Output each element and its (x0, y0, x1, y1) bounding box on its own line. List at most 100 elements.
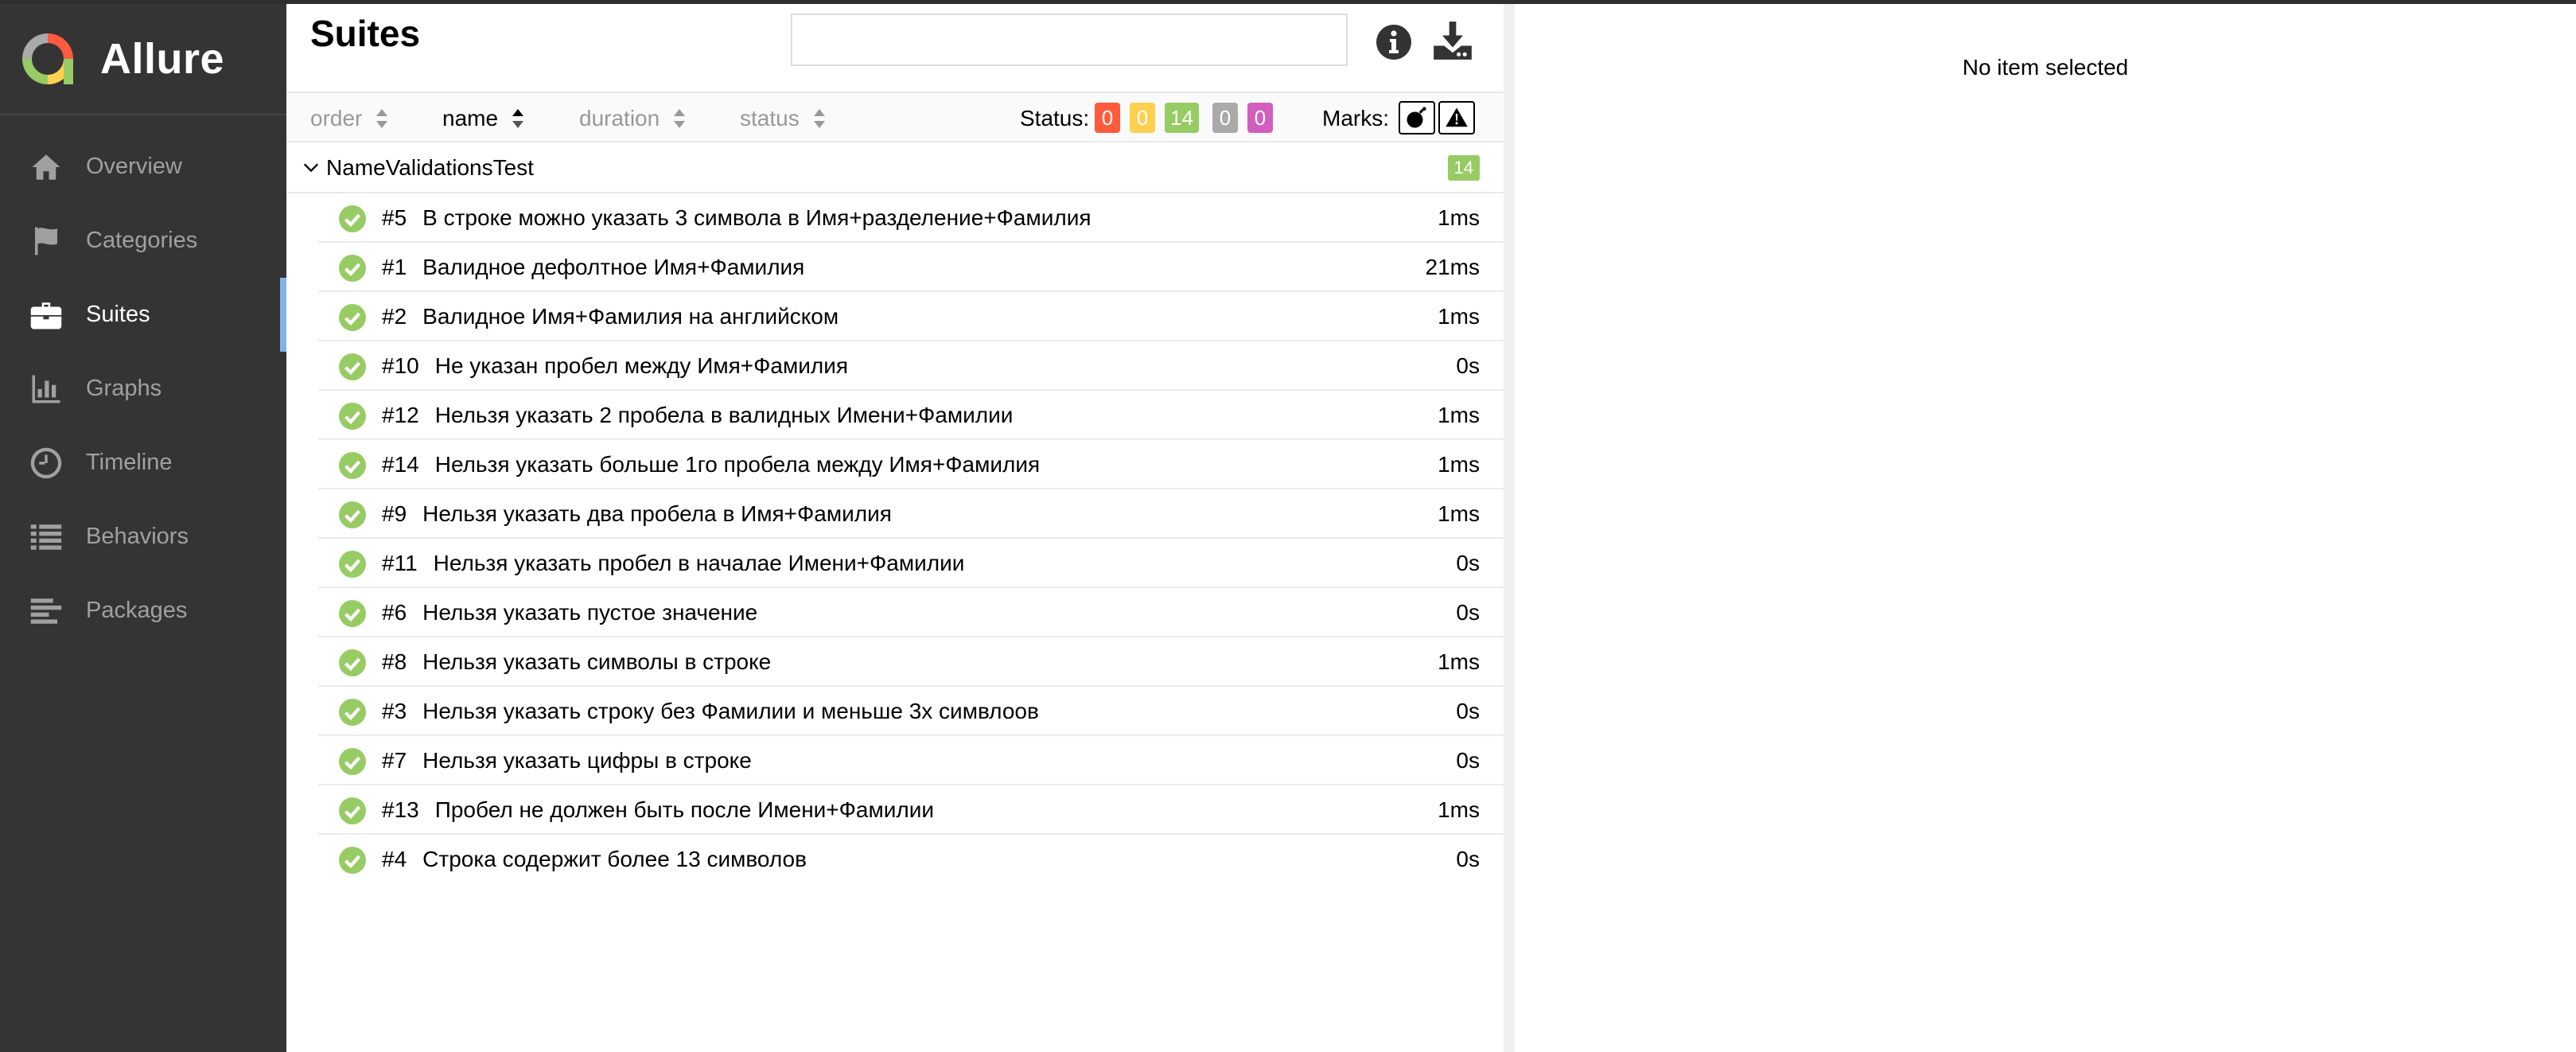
status-broken-badge[interactable]: 0 (1130, 103, 1155, 133)
test-row[interactable]: #2 Валидное Имя+Фамилия на английском 1ms (318, 292, 1504, 341)
passed-check-icon (339, 452, 366, 479)
passed-check-icon (339, 797, 366, 824)
passed-check-icon (339, 403, 366, 430)
passed-check-icon (339, 649, 366, 676)
status-skipped-badge[interactable]: 0 (1212, 103, 1238, 133)
sidebar-item-timeline[interactable]: Timeline (0, 426, 286, 500)
test-row[interactable]: #9 Нельзя указать два пробела в Имя+Фамил… (318, 489, 1504, 539)
sidebar-item-label: Packages (86, 598, 188, 623)
sort-by-status[interactable]: status (740, 106, 825, 131)
page-title: Suites (310, 13, 421, 54)
brand[interactable]: Allure (0, 4, 286, 115)
passed-check-icon (339, 551, 366, 578)
suite-name: NameValidationsTest (326, 155, 534, 180)
sidebar-item-label: Timeline (86, 450, 173, 475)
sidebar-item-packages[interactable]: Packages (0, 574, 286, 648)
sidebar-item-categories[interactable]: Categories (0, 204, 286, 278)
sort-label: duration (579, 106, 660, 131)
passed-check-icon (339, 205, 366, 232)
sidebar-item-label: Suites (86, 302, 150, 327)
sort-toolbar: order name duration status Status: 0 0 1… (286, 92, 1504, 142)
test-duration: 1ms (1438, 205, 1480, 230)
test-row[interactable]: #1 Валидное дефолтное Имя+Фамилия 21ms (318, 243, 1504, 292)
search-input[interactable] (791, 14, 1348, 66)
test-duration: 0s (1456, 353, 1480, 378)
test-row[interactable]: #11 Нельзя указать пробел в началае Имени… (318, 539, 1504, 588)
test-duration: 0s (1456, 600, 1480, 625)
info-icon[interactable] (1375, 23, 1413, 61)
test-duration: 1ms (1438, 501, 1480, 526)
status-passed-badge[interactable]: 14 (1165, 103, 1199, 133)
test-row[interactable]: #7 Нельзя указать цифры в строке 0s (318, 736, 1504, 785)
sidebar-item-overview[interactable]: Overview (0, 130, 286, 204)
test-row[interactable]: #8 Нельзя указать символы в строке 1ms (318, 637, 1504, 687)
test-number: #2 Валидное Имя+Фамилия на английском (382, 304, 839, 329)
marks-filter-label: Marks: (1322, 106, 1389, 131)
test-duration: 0s (1456, 699, 1480, 723)
status-filter-label: Status: (1020, 106, 1090, 131)
suites-pane: Suites order name duration status Status… (286, 4, 1504, 1052)
passed-check-icon (339, 353, 366, 380)
suite-group-header[interactable]: NameValidationsTest 14 (286, 142, 1504, 193)
test-number: #11 Нельзя указать пробел в началае Имени… (382, 551, 965, 575)
sidebar-item-suites[interactable]: Suites (0, 278, 286, 352)
home-icon (29, 150, 64, 185)
status-failed-badge[interactable]: 0 (1095, 103, 1120, 133)
test-row[interactable]: #3 Нельзя указать строку без Фамилии и ме… (318, 687, 1504, 736)
test-number: #3 Нельзя указать строку без Фамилии и ме… (382, 699, 1039, 723)
test-number: #13 Пробел не должен быть после Имени+Фам… (382, 797, 935, 822)
passed-check-icon (339, 699, 366, 726)
test-number: #9 Нельзя указать два пробела в Имя+Фамил… (382, 501, 892, 526)
test-number: #5 В строке можно указать 3 символа в Имя… (382, 205, 1091, 230)
test-number: #12 Нельзя указать 2 пробела в валидных И… (382, 403, 1014, 427)
test-name: Нельзя указать цифры в строке (422, 748, 752, 773)
sidebar-item-behaviors[interactable]: Behaviors (0, 500, 286, 574)
test-number: #4 Строка содержит более 13 символов (382, 847, 807, 871)
allure-logo-icon (22, 33, 73, 84)
sidebar-nav: Overview Categories Suites Graphs Timeli… (0, 130, 286, 648)
status-unknown-badge[interactable]: 0 (1247, 103, 1273, 133)
test-duration: 0s (1456, 551, 1480, 575)
download-icon[interactable] (1432, 20, 1473, 61)
test-number: #14 Нельзя указать больше 1го пробела меж… (382, 452, 1041, 477)
test-row[interactable]: #4 Строка содержит более 13 символов 0s (318, 835, 1504, 884)
pane-splitter[interactable] (1504, 4, 1515, 1052)
detail-pane: No item selected (1515, 4, 2576, 1052)
test-number: #7 Нельзя указать цифры в строке (382, 748, 752, 773)
sort-by-duration[interactable]: duration (579, 106, 686, 131)
test-name: Нельзя указать больше 1го пробела между … (434, 452, 1041, 477)
new-failed-mark-toggle[interactable] (1438, 101, 1475, 134)
test-name: Валидное дефолтное Имя+Фамилия (422, 255, 805, 279)
test-duration: 21ms (1425, 255, 1480, 279)
test-name: Валидное Имя+Фамилия на английском (422, 304, 839, 329)
list-icon (29, 520, 64, 555)
test-row[interactable]: #13 Пробел не должен быть после Имени+Фам… (318, 785, 1504, 835)
test-name: Нельзя указать строку без Фамилии и мень… (422, 699, 1039, 723)
passed-check-icon (339, 748, 366, 775)
app-name: Allure (100, 35, 225, 83)
sort-label: status (740, 106, 800, 131)
test-duration: 0s (1456, 847, 1480, 871)
sidebar-item-graphs[interactable]: Graphs (0, 352, 286, 426)
sort-by-name[interactable]: name (442, 106, 524, 131)
test-name: Строка содержит более 13 символов (422, 847, 807, 871)
flaky-mark-toggle[interactable] (1399, 101, 1435, 134)
test-row[interactable]: #10 Не указан пробел между Имя+Фамилия 0s (318, 341, 1504, 391)
test-number: #10 Не указан пробел между Имя+Фамилия (382, 353, 848, 378)
test-name: Нельзя указать символы в строке (422, 649, 772, 674)
test-duration: 1ms (1438, 797, 1480, 822)
test-duration: 0s (1456, 748, 1480, 773)
clock-icon (29, 446, 64, 481)
test-row[interactable]: #14 Нельзя указать больше 1го пробела меж… (318, 440, 1504, 489)
test-row[interactable]: #5 В строке можно указать 3 символа в Имя… (318, 193, 1504, 243)
passed-check-icon (339, 501, 366, 528)
test-duration: 1ms (1438, 403, 1480, 427)
sort-arrows-icon (512, 109, 524, 128)
test-number: #1 Валидное дефолтное Имя+Фамилия (382, 255, 805, 279)
sort-by-order[interactable]: order (310, 106, 388, 131)
sidebar-item-label: Graphs (86, 376, 162, 401)
test-row[interactable]: #12 Нельзя указать 2 пробела в валидных И… (318, 391, 1504, 440)
sort-arrows-icon (674, 109, 686, 128)
test-row[interactable]: #6 Нельзя указать пустое значение 0s (318, 588, 1504, 637)
test-list: #5 В строке можно указать 3 символа в Имя… (318, 193, 1504, 884)
